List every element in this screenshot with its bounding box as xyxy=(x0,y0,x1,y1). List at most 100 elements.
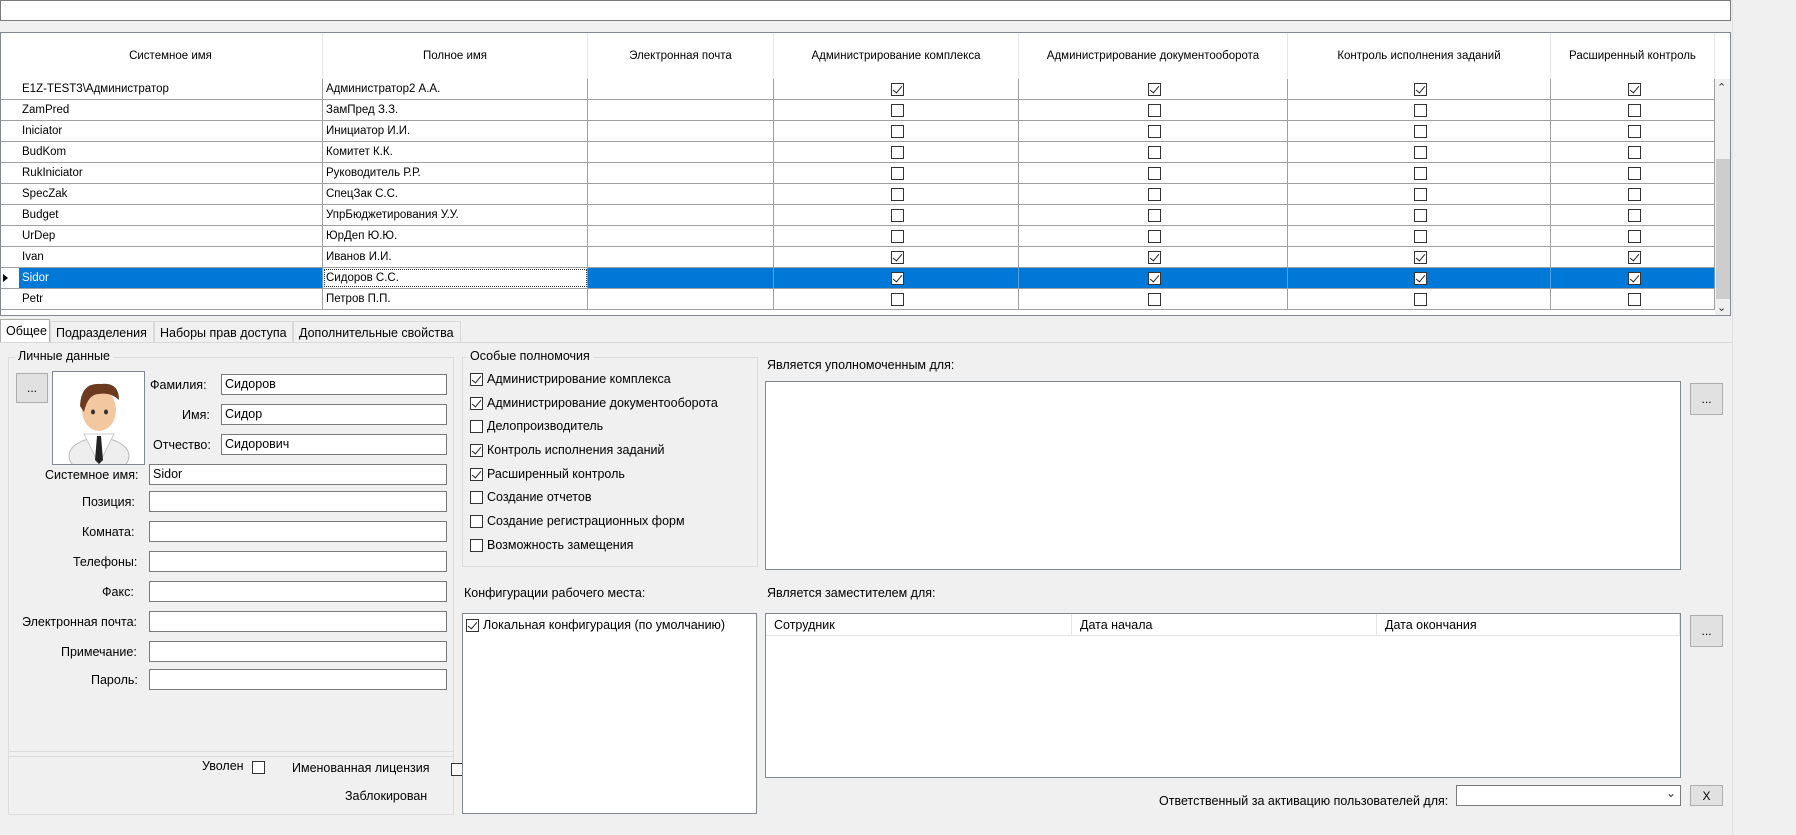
table-row[interactable]: Petr Петров П.П. xyxy=(1,289,1715,310)
cell-extended-control[interactable] xyxy=(1551,247,1715,267)
row-header[interactable] xyxy=(1,184,19,204)
photo-browse-button[interactable]: ... xyxy=(16,373,48,403)
workplace-config-item[interactable]: Локальная конфигурация (по умолчанию) xyxy=(466,618,725,632)
row-checkbox[interactable] xyxy=(1148,250,1161,264)
surname-field[interactable]: Сидоров xyxy=(221,374,447,395)
row-checkbox[interactable] xyxy=(1627,187,1641,201)
avatar[interactable] xyxy=(52,371,145,475)
row-checkbox[interactable] xyxy=(891,187,904,201)
cell-extended-control[interactable] xyxy=(1551,184,1715,204)
row-checkbox[interactable] xyxy=(891,124,904,138)
special-permission-checkbox[interactable] xyxy=(470,372,483,386)
row-checkbox[interactable] xyxy=(1627,250,1641,264)
special-permission-checkbox[interactable] xyxy=(470,538,483,552)
row-checkbox[interactable] xyxy=(1148,208,1161,222)
fax-field[interactable] xyxy=(149,581,447,602)
cell-admin-docflow[interactable] xyxy=(1019,100,1288,120)
special-permission-item[interactable]: Возможность замещения xyxy=(470,538,633,552)
row-checkbox[interactable] xyxy=(1148,166,1161,180)
table-row[interactable]: BudKom Комитет К.К. xyxy=(1,142,1715,163)
cell-task-control[interactable] xyxy=(1288,226,1551,246)
row-header[interactable] xyxy=(1,100,19,120)
tab-access-sets[interactable]: Наборы прав доступа xyxy=(154,321,293,343)
cell-task-control[interactable] xyxy=(1288,268,1551,288)
name-field[interactable]: Сидор xyxy=(221,404,447,425)
row-checkbox[interactable] xyxy=(1414,292,1427,306)
row-checkbox[interactable] xyxy=(1627,103,1641,117)
special-permission-item[interactable]: Администрирование документооборота xyxy=(470,396,718,410)
cell-admin-complex[interactable] xyxy=(774,142,1019,162)
col-header-email[interactable]: Электронная почта xyxy=(588,33,774,79)
table-row[interactable]: Sidor Сидоров С.С. xyxy=(1,268,1715,289)
password-field[interactable] xyxy=(149,669,447,690)
cell-admin-complex[interactable] xyxy=(774,247,1019,267)
row-checkbox[interactable] xyxy=(1627,229,1641,243)
row-checkbox[interactable] xyxy=(891,166,904,180)
workplace-config-checkbox[interactable] xyxy=(466,618,479,632)
special-permission-checkbox[interactable] xyxy=(470,396,483,410)
room-field[interactable] xyxy=(149,521,447,542)
cell-task-control[interactable] xyxy=(1288,79,1551,99)
col-header-fullname[interactable]: Полное имя xyxy=(323,33,588,79)
col-header-admin-complex[interactable]: Администрирование комплекса xyxy=(774,33,1019,79)
cell-extended-control[interactable] xyxy=(1551,142,1715,162)
scroll-down-icon[interactable]: ⌄ xyxy=(1717,301,1726,314)
cell-admin-docflow[interactable] xyxy=(1019,121,1288,141)
special-permission-checkbox[interactable] xyxy=(470,419,483,433)
special-permission-item[interactable]: Создание отчетов xyxy=(470,490,591,504)
deputy-col-start-date[interactable]: Дата начала xyxy=(1072,614,1377,636)
cell-task-control[interactable] xyxy=(1288,184,1551,204)
row-checkbox[interactable] xyxy=(1627,145,1641,159)
row-checkbox[interactable] xyxy=(891,271,904,285)
row-header[interactable] xyxy=(1,205,19,225)
cell-admin-complex[interactable] xyxy=(774,289,1019,309)
row-checkbox[interactable] xyxy=(1414,82,1427,96)
row-checkbox[interactable] xyxy=(1414,145,1427,159)
row-checkbox[interactable] xyxy=(891,103,904,117)
special-permission-item[interactable]: Расширенный контроль xyxy=(470,467,625,481)
cell-admin-complex[interactable] xyxy=(774,205,1019,225)
table-row[interactable]: Iniciator Инициатор И.И. xyxy=(1,121,1715,142)
cell-admin-complex[interactable] xyxy=(774,121,1019,141)
row-header[interactable] xyxy=(1,226,19,246)
note-field[interactable] xyxy=(149,641,447,662)
cell-task-control[interactable] xyxy=(1288,205,1551,225)
table-row[interactable]: ZamPred ЗамПред З.З. xyxy=(1,100,1715,121)
cell-admin-docflow[interactable] xyxy=(1019,247,1288,267)
authorized-for-list[interactable] xyxy=(765,381,1681,570)
cell-task-control[interactable] xyxy=(1288,163,1551,183)
cell-admin-complex[interactable] xyxy=(774,268,1019,288)
row-checkbox[interactable] xyxy=(1414,103,1427,117)
row-checkbox[interactable] xyxy=(1148,292,1161,306)
row-checkbox[interactable] xyxy=(891,82,904,96)
special-permission-checkbox[interactable] xyxy=(470,490,483,504)
cell-admin-docflow[interactable] xyxy=(1019,226,1288,246)
cell-extended-control[interactable] xyxy=(1551,121,1715,141)
cell-task-control[interactable] xyxy=(1288,121,1551,141)
special-permission-item[interactable]: Делопроизводитель xyxy=(470,419,603,433)
cell-extended-control[interactable] xyxy=(1551,289,1715,309)
cell-extended-control[interactable] xyxy=(1551,100,1715,120)
fired-checkbox[interactable] xyxy=(252,761,265,775)
row-header[interactable] xyxy=(1,142,19,162)
row-checkbox[interactable] xyxy=(1148,82,1161,96)
email-field[interactable] xyxy=(149,611,447,632)
cell-admin-complex[interactable] xyxy=(774,79,1019,99)
row-checkbox[interactable] xyxy=(1627,208,1641,222)
col-header-task-control[interactable]: Контроль исполнения заданий xyxy=(1288,33,1551,79)
row-checkbox[interactable] xyxy=(1627,166,1641,180)
deputy-for-table[interactable]: Сотрудник Дата начала Дата окончания xyxy=(765,613,1681,778)
row-checkbox[interactable] xyxy=(891,208,904,222)
row-checkbox[interactable] xyxy=(1414,208,1427,222)
row-checkbox[interactable] xyxy=(1414,166,1427,180)
cell-extended-control[interactable] xyxy=(1551,226,1715,246)
special-permission-checkbox[interactable] xyxy=(470,467,483,481)
deputy-for-browse-button[interactable]: ... xyxy=(1690,615,1723,647)
row-checkbox[interactable] xyxy=(1414,187,1427,201)
row-checkbox[interactable] xyxy=(1148,271,1161,285)
table-row[interactable]: E1Z-TEST3\Администратор Администратор2 А.… xyxy=(1,79,1715,100)
tab-departments[interactable]: Подразделения xyxy=(50,321,154,343)
cell-extended-control[interactable] xyxy=(1551,205,1715,225)
row-header[interactable] xyxy=(1,163,19,183)
users-grid[interactable]: Системное имя Полное имя Электронная поч… xyxy=(0,32,1731,316)
